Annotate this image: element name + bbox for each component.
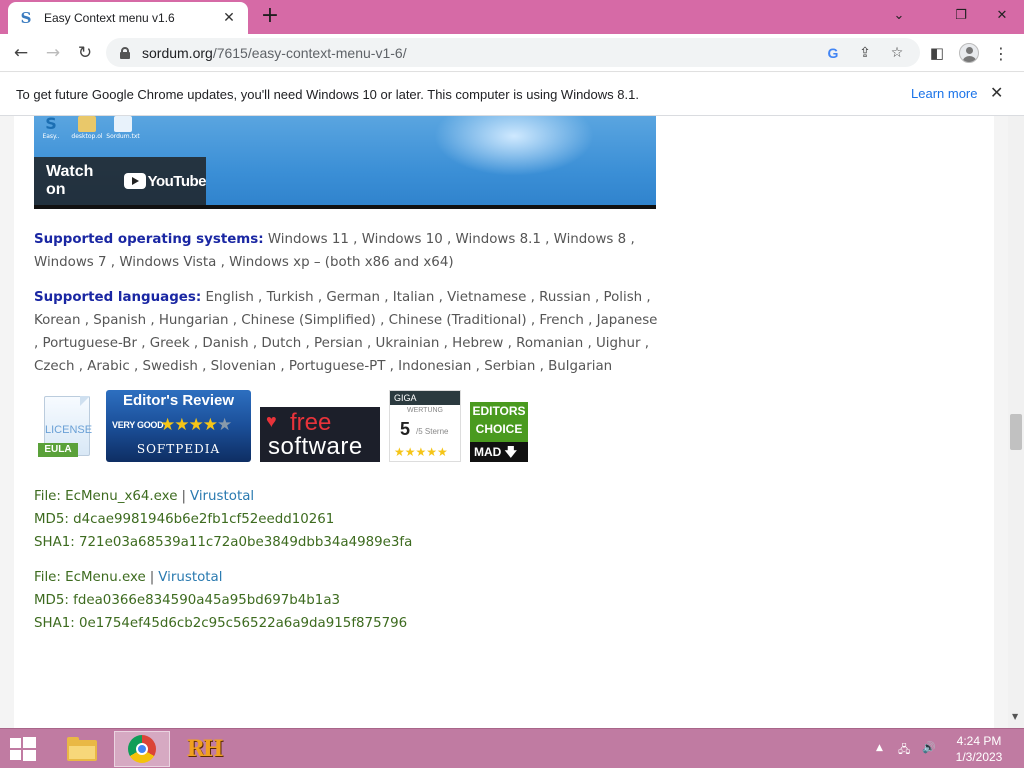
infobar-close-icon[interactable]: ✕ <box>990 83 1003 103</box>
rh-app-icon: RH <box>186 736 223 762</box>
page-scrollbar[interactable]: ▼ <box>1008 116 1024 728</box>
watch-on-youtube-button[interactable]: Watch on YouTube <box>34 157 207 205</box>
supported-os-label: Supported operating systems: <box>34 232 264 247</box>
scrollbar-thumb[interactable] <box>1010 414 1022 450</box>
file-line: File: EcMenu_x64.exe | Virustotal <box>34 489 255 504</box>
infobar-message: To get future Google Chrome updates, you… <box>16 86 639 102</box>
video-desktop-icon: S Easy.. <box>42 116 60 140</box>
md5-hash: MD5: fdea0366e834590a45a95bd697b4b1a3 <box>34 593 341 608</box>
youtube-play-icon <box>123 173 146 189</box>
softpedia-editors-review-badge[interactable]: Editor's Review VERY GOOD ★★★★★ SOFTPEDI… <box>106 390 251 462</box>
reload-button[interactable]: ↻ <box>72 40 98 66</box>
video-background-glow <box>434 116 594 176</box>
file-line: File: EcMenu.exe | Virustotal <box>34 570 223 585</box>
taskbar-rh-app[interactable]: RH <box>176 731 232 767</box>
sha1-hash: SHA1: 0e1754ef45d6cb2c95c56522a6a9da915f… <box>34 616 408 631</box>
clock-date: 1/3/2023 <box>955 750 1003 764</box>
network-icon[interactable]: 🖧 <box>898 741 910 760</box>
menu-kebab-icon[interactable]: ⋮ <box>988 40 1014 66</box>
back-button[interactable]: ← <box>8 40 34 66</box>
lock-icon[interactable] <box>120 46 130 59</box>
folder-icon <box>67 737 97 761</box>
profile-button[interactable] <box>956 40 982 66</box>
bookmark-star-icon[interactable]: ☆ <box>886 42 908 64</box>
windows-start-button[interactable] <box>10 737 36 761</box>
supported-languages-label: Supported languages: <box>34 290 202 305</box>
windows-taskbar: RH ▲ 🖧 🔊 4:24 PM 1/3/2023 <box>0 728 1024 768</box>
download-arrow-icon: 🡇 <box>504 445 518 459</box>
file-info-x86: File: EcMenu.exe | Virustotal MD5: fdea036… <box>34 566 407 635</box>
restore-window-button[interactable]: ❐ <box>944 0 978 30</box>
rating-stars-icon: ★★★★★ <box>160 415 232 434</box>
giga-rating-badge[interactable]: GIGA WERTUNG 5 /5 Sterne ★★★★★ <box>389 390 461 462</box>
md5-hash: MD5: d4cae9981946b6e2fb1cf52eedd10261 <box>34 512 335 527</box>
scroll-down-arrow-icon[interactable]: ▼ <box>1012 712 1018 721</box>
avatar-icon <box>959 43 979 63</box>
close-window-button[interactable]: ✕ <box>980 0 1024 30</box>
clock-time: 4:24 PM <box>956 734 1002 748</box>
forward-button[interactable]: → <box>40 40 66 66</box>
taskbar-file-explorer[interactable] <box>54 731 110 767</box>
file-name: File: EcMenu.exe <box>34 570 146 585</box>
taskbar-chrome[interactable] <box>114 731 170 767</box>
file-name: File: EcMenu_x64.exe <box>34 489 178 504</box>
new-tab-button[interactable]: + <box>258 5 282 29</box>
watch-on-label: Watch on <box>46 163 94 198</box>
youtube-embed[interactable]: S Easy.. desktop.ol Sordum.txt Watch on Y… <box>34 116 656 209</box>
supported-os-paragraph: Supported operating systems: Windows 11 … <box>34 228 659 274</box>
i-love-free-software-badge[interactable]: ♥ free software <box>260 407 380 462</box>
chrome-icon <box>128 735 156 763</box>
update-infobar: To get future Google Chrome updates, you… <box>0 73 1024 116</box>
volume-icon[interactable]: 🔊 <box>922 741 936 754</box>
virustotal-link[interactable]: Virustotal <box>158 570 222 585</box>
youtube-logo: YouTube <box>123 173 207 190</box>
rating-stars-icon: ★★★★★ <box>394 445 448 459</box>
video-desktop-icons: S Easy.. desktop.ol Sordum.txt <box>38 116 140 140</box>
google-translate-icon[interactable]: G <box>822 42 844 64</box>
video-desktop-icon: desktop.ol <box>71 116 103 140</box>
tab-close-icon[interactable]: ✕ <box>220 10 238 26</box>
address-bar[interactable]: sordum.org/7615/easy-context-menu-v1-6/ … <box>106 38 920 67</box>
sha1-hash: SHA1: 721e03a68539a11c72a0be3849dbb34a49… <box>34 535 413 550</box>
browser-toolbar: ← → ↻ sordum.org/7615/easy-context-menu-… <box>0 34 1024 72</box>
tab-search-chevron-icon[interactable]: ⌄ <box>882 0 916 30</box>
tab-title: Easy Context menu v1.6 <box>44 11 175 25</box>
license-eula-badge[interactable]: LICENSE EULA <box>38 396 96 460</box>
supported-languages-paragraph: Supported languages: English , Turkish ,… <box>34 286 659 378</box>
url-text[interactable]: sordum.org/7615/easy-context-menu-v1-6/ <box>142 45 407 61</box>
site-favicon-icon: S <box>20 9 32 27</box>
heart-icon: ♥ <box>266 411 277 431</box>
tab-strip: S Easy Context menu v1.6 ✕ + ⌄ ❐ ✕ <box>0 0 1024 34</box>
side-panel-icon[interactable]: ◧ <box>924 40 950 66</box>
file-info-x64: File: EcMenu_x64.exe | Virustotal MD5: d4c… <box>34 485 412 554</box>
award-badges: LICENSE EULA Editor's Review VERY GOOD ★… <box>34 390 534 464</box>
share-icon[interactable]: ⇪ <box>854 42 876 64</box>
video-progress-bar <box>34 205 656 209</box>
show-hidden-icons-chevron-icon[interactable]: ▲ <box>876 743 883 753</box>
page-viewport: S Easy.. desktop.ol Sordum.txt Watch on Y… <box>0 116 1024 728</box>
video-desktop-icon: Sordum.txt <box>106 116 140 140</box>
virustotal-link[interactable]: Virustotal <box>190 489 254 504</box>
mad-editors-choice-badge[interactable]: EDITORS CHOICE MAD 🡇 <box>470 402 528 462</box>
browser-tab[interactable]: S Easy Context menu v1.6 ✕ <box>8 2 248 34</box>
learn-more-link[interactable]: Learn more <box>911 86 977 101</box>
system-clock[interactable]: 4:24 PM 1/3/2023 <box>948 733 1010 765</box>
